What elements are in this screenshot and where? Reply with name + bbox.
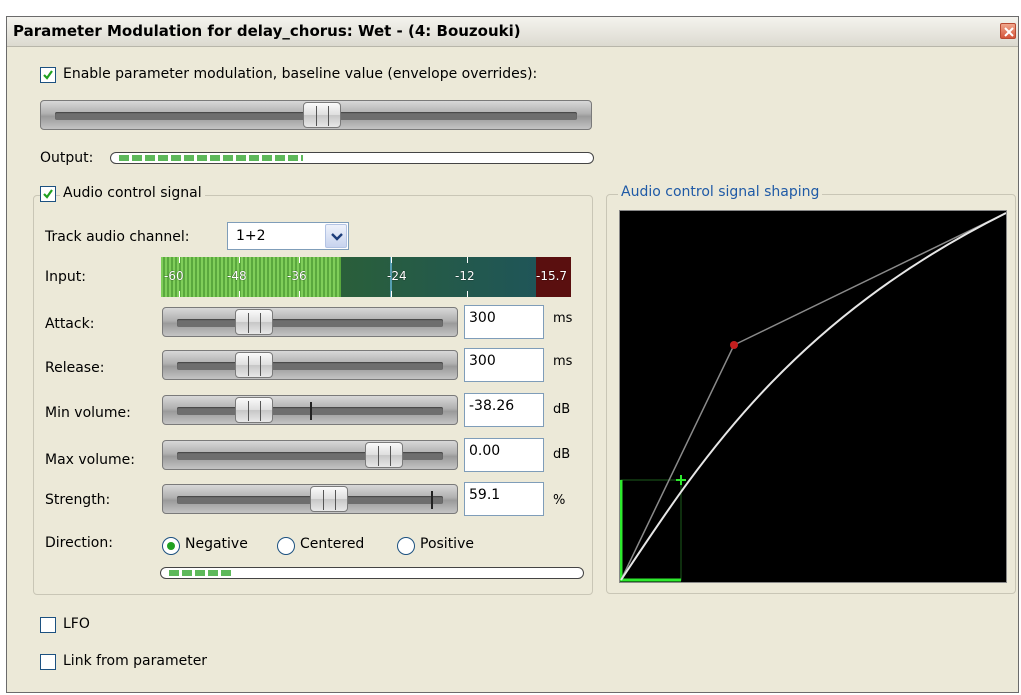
min-volume-label: Min volume: xyxy=(45,405,131,421)
slider-marker xyxy=(431,491,433,509)
release-input[interactable]: 300 xyxy=(464,348,544,382)
checkmark-icon xyxy=(43,189,53,199)
audio-control-label: Audio control signal xyxy=(60,185,205,201)
meter-tick-label: -24 xyxy=(387,269,407,283)
output-meter-fill xyxy=(119,155,303,161)
lfo-label: LFO xyxy=(63,616,90,632)
meter-tick-label: -12 xyxy=(455,269,475,283)
dropdown-button[interactable] xyxy=(325,224,347,248)
direction-negative-label: Negative xyxy=(185,536,248,552)
strength-label: Strength: xyxy=(45,492,111,508)
direction-negative-radio[interactable] xyxy=(162,537,180,555)
slider-track xyxy=(177,362,443,370)
input-level-meter: -60 -48 -36 -24 -12 -15.7 xyxy=(161,257,571,297)
max-volume-input[interactable]: 0.00 xyxy=(464,438,544,472)
slider-track xyxy=(177,452,443,460)
release-label: Release: xyxy=(45,360,105,376)
meter-tick-label: -36 xyxy=(287,269,307,283)
min-volume-slider[interactable] xyxy=(162,395,458,425)
min-volume-value: -38.26 xyxy=(469,398,515,414)
min-volume-unit: dB xyxy=(553,402,571,417)
slider-thumb[interactable] xyxy=(365,442,403,468)
max-volume-value: 0.00 xyxy=(469,443,501,459)
direction-meter xyxy=(160,567,584,579)
direction-positive-label: Positive xyxy=(420,536,474,552)
meter-teal-zone xyxy=(341,257,536,297)
lfo-checkbox[interactable] xyxy=(40,617,56,633)
window-title: Parameter Modulation for delay_chorus: W… xyxy=(13,22,521,40)
max-volume-label: Max volume: xyxy=(45,452,135,468)
slider-thumb[interactable] xyxy=(310,486,348,512)
track-channel-label: Track audio channel: xyxy=(45,229,190,245)
title-bar[interactable]: Parameter Modulation for delay_chorus: W… xyxy=(7,17,1018,47)
strength-slider[interactable] xyxy=(162,484,458,514)
attack-value: 300 xyxy=(469,310,496,326)
release-slider[interactable] xyxy=(162,350,458,380)
max-volume-unit: dB xyxy=(553,447,571,462)
output-meter xyxy=(110,152,594,164)
link-from-parameter-checkbox[interactable] xyxy=(40,654,56,670)
meter-peak-label: -15.7 xyxy=(536,269,568,283)
slider-thumb[interactable] xyxy=(235,352,273,378)
meter-tick-label: -48 xyxy=(227,269,247,283)
shaping-curve xyxy=(619,212,1007,582)
attack-input[interactable]: 300 xyxy=(464,305,544,339)
meter-tick-label: -60 xyxy=(164,269,184,283)
strength-unit: % xyxy=(553,493,566,508)
direction-label: Direction: xyxy=(45,535,113,551)
max-volume-slider[interactable] xyxy=(162,440,458,470)
audio-control-checkbox[interactable] xyxy=(40,186,56,202)
strength-input[interactable]: 59.1 xyxy=(464,482,544,516)
slider-track xyxy=(177,319,443,327)
enable-modulation-checkbox[interactable] xyxy=(40,67,56,83)
release-value: 300 xyxy=(469,353,496,369)
close-icon xyxy=(1004,27,1014,37)
min-volume-input[interactable]: -38.26 xyxy=(464,393,544,427)
track-channel-select[interactable]: 1+2 xyxy=(227,222,349,250)
attack-label: Attack: xyxy=(45,316,95,332)
close-button[interactable] xyxy=(1000,23,1016,39)
input-label: Input: xyxy=(45,269,86,285)
meter-green-zone xyxy=(161,257,341,297)
output-label: Output: xyxy=(40,150,94,166)
shaping-curve-editor[interactable] xyxy=(619,210,1007,583)
direction-meter-fill xyxy=(169,570,233,576)
slider-marker xyxy=(310,402,312,420)
direction-positive-radio[interactable] xyxy=(397,537,415,555)
release-unit: ms xyxy=(553,354,573,369)
enable-modulation-label: Enable parameter modulation, baseline va… xyxy=(63,66,538,82)
attack-unit: ms xyxy=(553,311,573,326)
slider-thumb[interactable] xyxy=(235,309,273,335)
link-from-parameter-label: Link from parameter xyxy=(63,653,208,669)
shaping-label: Audio control signal shaping xyxy=(618,184,823,200)
track-channel-value: 1+2 xyxy=(236,228,266,244)
attack-slider[interactable] xyxy=(162,307,458,337)
chevron-down-icon xyxy=(331,233,343,241)
slider-thumb[interactable] xyxy=(235,397,273,423)
baseline-slider[interactable] xyxy=(40,100,592,130)
checkmark-icon xyxy=(43,70,53,80)
slider-thumb[interactable] xyxy=(303,102,341,128)
strength-value: 59.1 xyxy=(469,487,501,503)
direction-centered-label: Centered xyxy=(300,536,365,552)
direction-centered-radio[interactable] xyxy=(277,537,295,555)
